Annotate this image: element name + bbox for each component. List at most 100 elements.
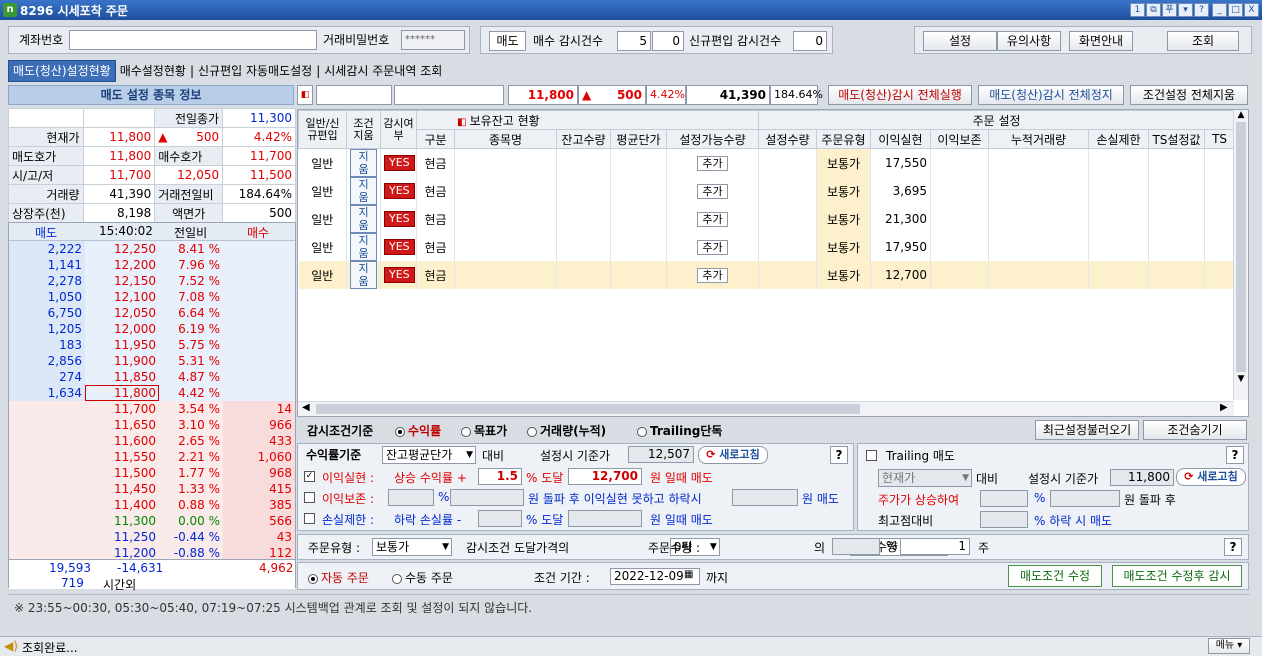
modify-button[interactable]: 매도조건 수정 xyxy=(1008,565,1102,587)
row-set-qty[interactable] xyxy=(758,261,817,289)
settings-button[interactable]: 설정 xyxy=(923,31,997,51)
ask-price[interactable]: 11,850 xyxy=(85,369,159,385)
bid-row[interactable]: 11,250 -0.44 % 43 xyxy=(9,529,295,545)
row-clear-button[interactable]: 지움 xyxy=(350,233,377,261)
ask-row[interactable]: 1,050 12,100 7.08 % xyxy=(9,289,295,305)
stock-code-input[interactable] xyxy=(316,85,392,105)
radio-target[interactable]: 목표가 xyxy=(461,422,507,439)
row-order-type-cell[interactable]: 보통가 xyxy=(816,148,871,177)
row-order-type-cell[interactable]: 보통가 xyxy=(816,177,871,205)
password-input[interactable]: ****** xyxy=(401,30,465,50)
window-minimize-button[interactable]: _ xyxy=(1212,3,1227,17)
menu-button[interactable]: 메뉴 ▾ xyxy=(1208,638,1250,654)
window-link-button[interactable]: ⧉ xyxy=(1146,3,1161,17)
stop-all-button[interactable]: 매도(청산)감시 전체정지 xyxy=(978,85,1124,105)
bid-price[interactable]: 11,500 xyxy=(85,465,159,481)
trailing-basis-select[interactable]: 현재가 xyxy=(878,469,972,487)
row-profit-cell[interactable]: 17,950 xyxy=(870,233,931,261)
row-add-button[interactable]: 추가 xyxy=(697,267,728,283)
loss-rate-input[interactable] xyxy=(478,510,522,527)
tab-order-history[interactable]: 시세감시 주문내역 조회 xyxy=(320,61,446,81)
bid-price[interactable]: 11,300 xyxy=(85,513,159,529)
row-order-type-cell[interactable]: 보통가 xyxy=(816,233,871,261)
keep-rate-input[interactable] xyxy=(388,489,434,506)
row-set-qty[interactable] xyxy=(758,177,817,205)
grid-col-header[interactable]: 설정수량 xyxy=(758,129,817,149)
radio-manual[interactable]: 수동 주문 xyxy=(392,569,453,586)
row-clear-button[interactable]: 지움 xyxy=(350,205,377,233)
bid-row[interactable]: 11,300 0.00 % 566 xyxy=(9,513,295,529)
return-basis-select[interactable]: 잔고평균단가 xyxy=(382,446,476,464)
keep-checkbox[interactable] xyxy=(304,490,319,504)
radio-volume[interactable]: 거래량(누적) xyxy=(527,422,606,439)
ask-price[interactable]: 12,000 xyxy=(85,321,159,337)
profit-check-icon[interactable]: ✓ xyxy=(304,471,315,482)
ask-row[interactable]: 183 11,950 5.75 % xyxy=(9,337,295,353)
notice-button[interactable]: 유의사항 xyxy=(997,31,1061,51)
bid-price[interactable]: 11,650 xyxy=(85,417,159,433)
row-set-qty[interactable] xyxy=(758,205,817,233)
keep-price-input[interactable] xyxy=(450,489,524,506)
row-profit-cell[interactable]: 3,695 xyxy=(870,177,931,205)
bid-price[interactable]: 11,550 xyxy=(85,449,159,465)
modify-watch-button[interactable]: 매도조건 수정후 감시 xyxy=(1112,565,1242,587)
ask-price[interactable]: 12,250 xyxy=(85,241,159,257)
order-help-button[interactable]: ? xyxy=(1224,538,1242,556)
row-watch-badge[interactable]: YES xyxy=(384,211,415,227)
trailing-drop-input[interactable] xyxy=(980,511,1028,528)
radio-volume-icon[interactable] xyxy=(527,426,537,437)
ask-row[interactable]: 6,750 12,050 6.64 % xyxy=(9,305,295,321)
loss-checkbox[interactable] xyxy=(304,511,319,525)
recent-settings-button[interactable]: 최근설정불러오기 xyxy=(1035,420,1139,440)
row-watch-badge[interactable]: YES xyxy=(384,155,415,171)
grid-vscrollbar[interactable]: ▲ ▼ xyxy=(1233,110,1248,400)
grid-col-header[interactable]: 누적거래량 xyxy=(988,129,1089,149)
grid-row[interactable]: 일반 지움 YES 현금 추가 보통가 12,700 xyxy=(298,261,1236,289)
ask-price[interactable]: 11,800 xyxy=(85,385,159,401)
grid-col-header[interactable]: 주문유형 xyxy=(816,129,871,149)
ask-price[interactable]: 12,200 xyxy=(85,257,159,273)
scroll-up-icon[interactable]: ▲ xyxy=(1234,110,1248,120)
radio-auto[interactable]: 자동 주문 xyxy=(308,569,369,586)
window-menu-button[interactable]: ▾ xyxy=(1178,3,1193,17)
bid-row[interactable]: 11,650 3.10 % 966 xyxy=(9,417,295,433)
ask-row[interactable]: 2,856 11,900 5.31 % xyxy=(9,353,295,369)
hscroll-thumb[interactable] xyxy=(316,404,860,414)
trailing-check-icon[interactable] xyxy=(866,450,877,461)
row-add-button[interactable]: 추가 xyxy=(697,211,728,227)
row-watch-badge[interactable]: YES xyxy=(384,239,415,255)
window-pin-button[interactable]: 푸 xyxy=(1162,3,1177,17)
account-input[interactable] xyxy=(69,30,317,50)
exec-all-button[interactable]: 매도(청산)감시 전체실행 xyxy=(828,85,972,105)
grid-col-header[interactable]: 손실제한 xyxy=(1088,129,1149,149)
row-order-type-cell[interactable]: 보통가 xyxy=(816,205,871,233)
ask-row[interactable]: 1,205 12,000 6.19 % xyxy=(9,321,295,337)
query-button[interactable]: 조회 xyxy=(1167,31,1239,51)
loss-check-icon[interactable] xyxy=(304,513,315,524)
tab-new-auto-sell[interactable]: 신규편입 자동매도설정 xyxy=(194,61,316,81)
bid-row[interactable]: 11,700 3.54 % 14 xyxy=(9,401,295,417)
trailing-help-button[interactable]: ? xyxy=(1226,446,1244,464)
bid-price[interactable]: 11,600 xyxy=(85,433,159,449)
ask-row[interactable]: 2,222 12,250 8.41 % xyxy=(9,241,295,257)
grid-col-header[interactable]: TS설정값 xyxy=(1148,129,1205,149)
ask-price[interactable]: 11,900 xyxy=(85,353,159,369)
radio-return-icon[interactable] xyxy=(395,426,405,437)
bid-row[interactable]: 11,550 2.21 % 1,060 xyxy=(9,449,295,465)
ask-price[interactable]: 12,150 xyxy=(85,273,159,289)
bid-price[interactable]: 11,400 xyxy=(85,497,159,513)
order-type-select[interactable]: 보통가 xyxy=(372,538,452,556)
grid-col-header[interactable]: 잔고수량 xyxy=(556,129,611,149)
window-close-button[interactable]: X xyxy=(1244,3,1259,17)
row-order-type-cell[interactable]: 보통가 xyxy=(816,261,871,289)
grid-col-header[interactable]: 평균단가 xyxy=(610,129,667,149)
grid-col-header[interactable]: 종목명 xyxy=(454,129,557,149)
row-profit-cell[interactable]: 17,550 xyxy=(870,148,931,177)
profit-checkbox[interactable]: ✓ xyxy=(304,469,319,483)
radio-target-icon[interactable] xyxy=(461,426,471,437)
calendar-icon[interactable]: ▦ xyxy=(684,569,693,580)
grid-row[interactable]: 일반 지움 YES 현금 추가 보통가 17,950 xyxy=(298,233,1236,261)
window-maximize-button[interactable]: □ xyxy=(1228,3,1243,17)
scroll-down-icon[interactable]: ▼ xyxy=(1234,374,1248,384)
bid-row[interactable]: 11,600 2.65 % 433 xyxy=(9,433,295,449)
